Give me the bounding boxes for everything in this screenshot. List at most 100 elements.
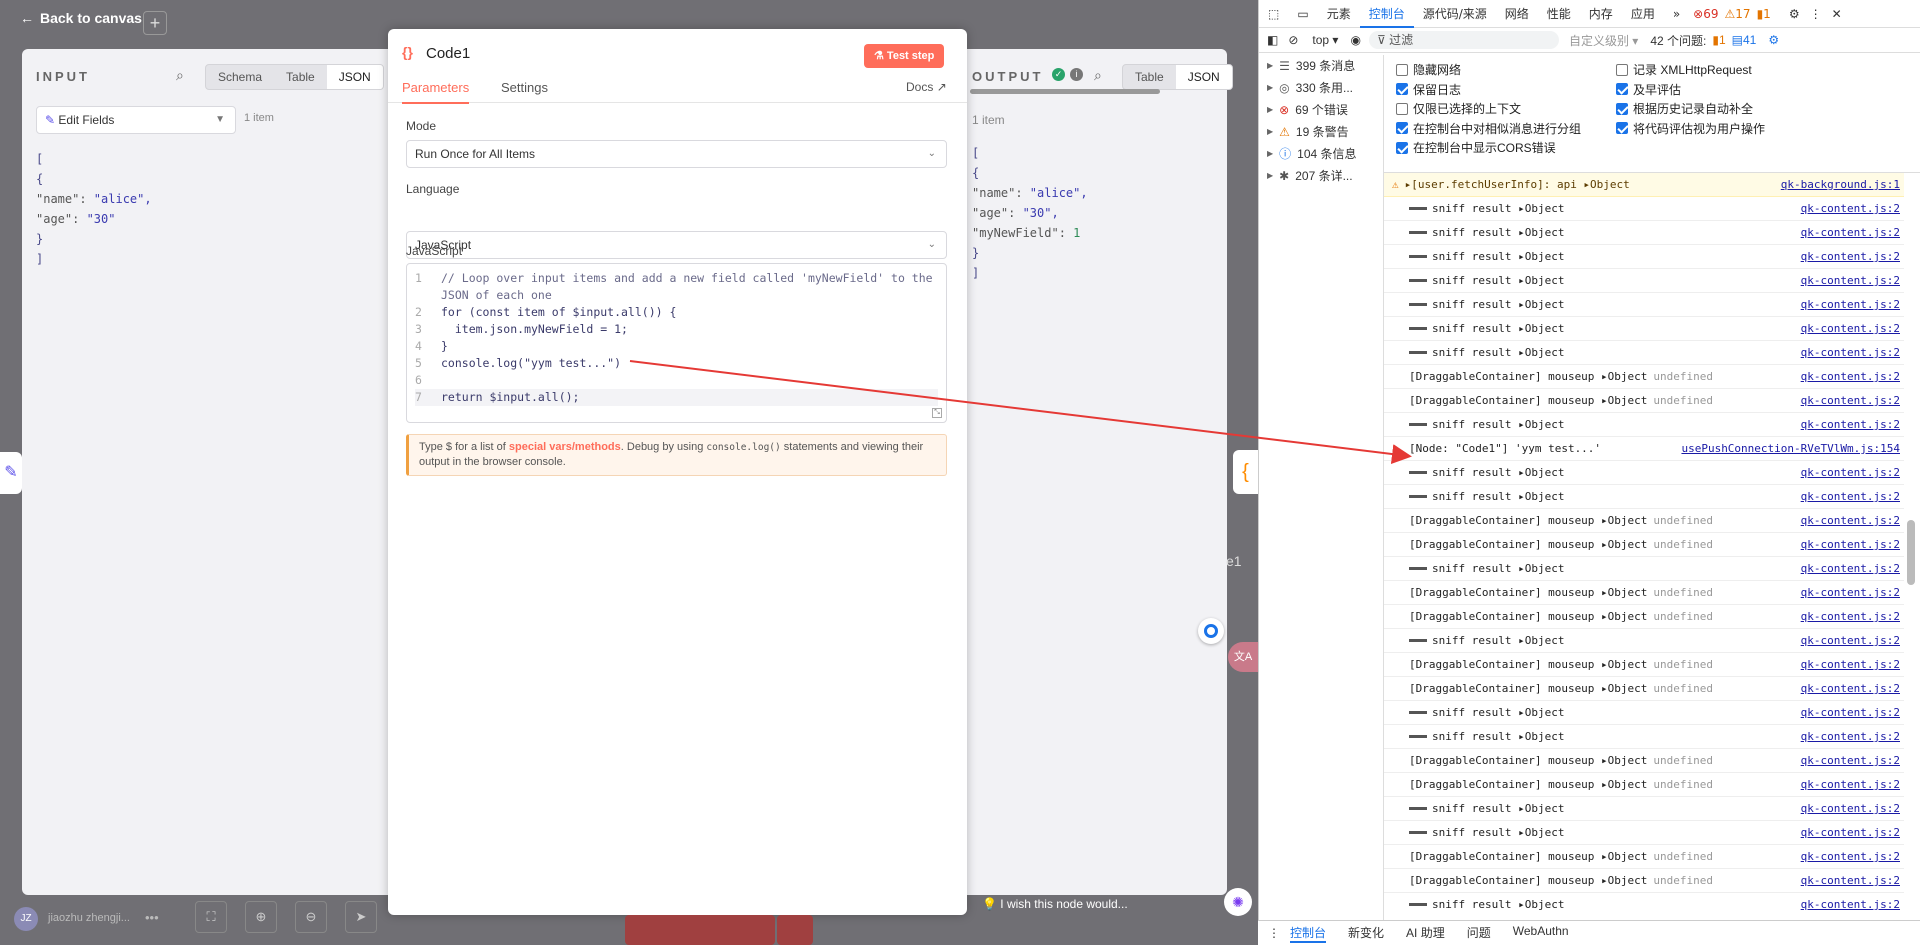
more-tabs-icon[interactable]: » [1664, 0, 1689, 28]
drawer-tab[interactable]: 新变化 [1348, 924, 1384, 943]
log-row[interactable]: sniff result ▸Object qk-content.js:2 [1384, 293, 1904, 317]
resize-handle-icon[interactable]: ⤡ [932, 408, 942, 418]
filter-input[interactable]: ⊽ 过滤 [1368, 31, 1559, 49]
log-row[interactable]: [DraggableContainer] mouseup ▸Object unde… [1384, 677, 1904, 701]
log-row[interactable]: sniff result ▸Object qk-content.js:2 [1384, 557, 1904, 581]
drawer-tab[interactable]: WebAuthn [1513, 924, 1569, 943]
delete-button[interactable] [777, 915, 813, 945]
log-source-link[interactable]: qk-content.js:2 [1801, 394, 1900, 407]
devtools-tab[interactable]: 性能 [1538, 0, 1580, 28]
issues-label[interactable]: 42 个问题: [1650, 32, 1706, 49]
log-source-link[interactable]: qk-content.js:2 [1801, 418, 1900, 431]
console-scrollbar[interactable] [1907, 520, 1915, 585]
console-settings-icon[interactable]: ⚙ [1768, 33, 1779, 47]
search-icon[interactable]: ⌕ [1094, 67, 1102, 84]
info-count[interactable]: ▮1 [1757, 7, 1771, 21]
log-row[interactable]: sniff result ▸Object qk-content.js:2 [1384, 797, 1904, 821]
checkbox[interactable] [1396, 141, 1408, 154]
special-vars-link[interactable]: special vars/methods [509, 441, 621, 453]
log-source-link[interactable]: qk-content.js:2 [1801, 202, 1900, 215]
log-source-link[interactable]: qk-content.js:2 [1801, 514, 1900, 527]
console-option[interactable]: 及早评估 [1616, 81, 1681, 98]
drawer-tab[interactable]: AI 助理 [1406, 924, 1445, 943]
devtools-tab[interactable]: 控制台 [1359, 0, 1414, 28]
add-node-button[interactable]: + [143, 11, 167, 35]
sidebar-item-list[interactable]: ▶ ☰ 399 条消息 [1259, 55, 1383, 77]
sidebar-item-warning[interactable]: ▶ ⚠ 19 条警告 [1259, 121, 1383, 143]
log-source-link[interactable]: qk-content.js:2 [1801, 874, 1900, 887]
log-source-link[interactable]: qk-content.js:2 [1801, 274, 1900, 287]
checkbox[interactable] [1616, 102, 1628, 115]
close-icon[interactable]: ✕ [1832, 7, 1842, 21]
search-icon[interactable]: ⌕ [176, 67, 184, 84]
devtools-tab[interactable]: 元素 [1318, 0, 1360, 28]
log-row[interactable]: [DraggableContainer] mouseup ▸Object unde… [1384, 389, 1904, 413]
log-row[interactable]: sniff result ▸Object qk-content.js:2 [1384, 317, 1904, 341]
drawer-tab[interactable]: 控制台 [1290, 924, 1327, 943]
docs-link[interactable]: Docs ↗ [906, 80, 947, 94]
log-source-link[interactable]: qk-content.js:2 [1801, 322, 1900, 335]
back-to-canvas-button[interactable]: ← Back to canvas [20, 10, 142, 26]
log-row[interactable]: sniff result ▸Object qk-content.js:2 [1384, 245, 1904, 269]
log-source-link[interactable]: qk-content.js:2 [1801, 850, 1900, 863]
input-tab-schema[interactable]: Schema [206, 65, 274, 89]
sidebar-item-user[interactable]: ▶ ◎ 330 条用... [1259, 77, 1383, 99]
log-source-link[interactable]: qk-content.js:2 [1801, 490, 1900, 503]
log-row[interactable]: sniff result ▸Object qk-content.js:2 [1384, 413, 1904, 437]
log-source-link[interactable]: qk-content.js:2 [1801, 538, 1900, 551]
checkbox[interactable] [1616, 63, 1628, 76]
devtools-tab[interactable]: 网络 [1496, 0, 1538, 28]
log-source-link[interactable]: qk-content.js:2 [1801, 634, 1900, 647]
log-source-link[interactable]: qk-content.js:2 [1801, 754, 1900, 767]
console-option[interactable]: 根据历史记录自动补全 [1616, 100, 1753, 117]
log-source-link[interactable]: qk-content.js:2 [1801, 586, 1900, 599]
log-row[interactable]: sniff result ▸Object qk-content.js:2 [1384, 341, 1904, 365]
input-tab-table[interactable]: Table [274, 65, 327, 89]
checkbox[interactable] [1396, 63, 1408, 76]
translate-icon[interactable]: 文A [1228, 642, 1258, 672]
log-row[interactable]: sniff result ▸Object qk-content.js:2 [1384, 461, 1904, 485]
issues-a[interactable]: ▮1 [1712, 33, 1725, 47]
input-tab-json[interactable]: JSON [326, 65, 383, 89]
log-row[interactable]: sniff result ▸Object qk-content.js:2 [1384, 821, 1904, 845]
log-row[interactable]: sniff result ▸Object qk-content.js:2 [1384, 701, 1904, 725]
more-icon[interactable]: ••• [145, 910, 159, 925]
console-option[interactable]: 在控制台中显示CORS错误 [1396, 139, 1556, 156]
log-source-link[interactable]: qk-content.js:2 [1801, 562, 1900, 575]
drawer-tab[interactable]: 问题 [1467, 924, 1491, 943]
context-select[interactable]: top ▾ [1312, 33, 1338, 47]
kebab-menu-icon[interactable]: ⋮ [1810, 7, 1822, 21]
log-row[interactable]: [DraggableContainer] mouseup ▸Object unde… [1384, 749, 1904, 773]
language-select[interactable]: JavaScript ⌄ [406, 231, 947, 259]
mode-select[interactable]: Run Once for All Items ⌄ [406, 140, 947, 168]
devtools-tab[interactable]: 内存 [1580, 0, 1622, 28]
log-source-link[interactable]: qk-content.js:2 [1801, 466, 1900, 479]
tab-settings[interactable]: Settings [501, 80, 548, 95]
sidebar-item-bug[interactable]: ▶ ✱ 207 条详... [1259, 165, 1383, 187]
log-source-link[interactable]: qk-content.js:2 [1801, 298, 1900, 311]
log-source-link[interactable]: qk-content.js:2 [1801, 370, 1900, 383]
log-row[interactable]: ⚠ ▸[user.fetchUserInfo]: api ▸Object qk-ba… [1384, 173, 1904, 197]
log-source-link[interactable]: qk-content.js:2 [1801, 802, 1900, 815]
checkbox[interactable] [1396, 102, 1408, 115]
zoom-in-icon[interactable]: ⊕ [245, 901, 277, 933]
issues-b[interactable]: ▤41 [1732, 33, 1757, 47]
error-count[interactable]: ⊗69 [1693, 7, 1718, 21]
zoom-out-icon[interactable]: ⊖ [295, 901, 327, 933]
drawer-menu-icon[interactable]: ⋮ [1268, 926, 1280, 940]
fit-view-icon[interactable]: ⛶ [195, 901, 227, 933]
settings-icon[interactable]: ⚙ [1789, 7, 1800, 21]
devtools-tab[interactable]: 应用 [1622, 0, 1664, 28]
console-option[interactable]: 仅限已选择的上下文 [1396, 100, 1521, 117]
log-source-link[interactable]: usePushConnection-RVeTVlWm.js:154 [1681, 442, 1900, 455]
log-row[interactable]: [DraggableContainer] mouseup ▸Object unde… [1384, 773, 1904, 797]
console-option[interactable]: 隐藏网络 [1396, 61, 1461, 78]
console-option[interactable]: 保留日志 [1396, 81, 1461, 98]
execute-workflow-button[interactable] [625, 915, 775, 945]
devtools-tab[interactable]: 源代码/来源 [1414, 0, 1496, 28]
log-row[interactable]: [DraggableContainer] mouseup ▸Object unde… [1384, 509, 1904, 533]
node-title[interactable]: Code1 [426, 45, 470, 62]
edit-fields-node-icon[interactable]: ✎ [0, 452, 22, 494]
log-row[interactable]: sniff result ▸Object qk-content.js:2 [1384, 269, 1904, 293]
output-tab-table[interactable]: Table [1123, 65, 1176, 89]
